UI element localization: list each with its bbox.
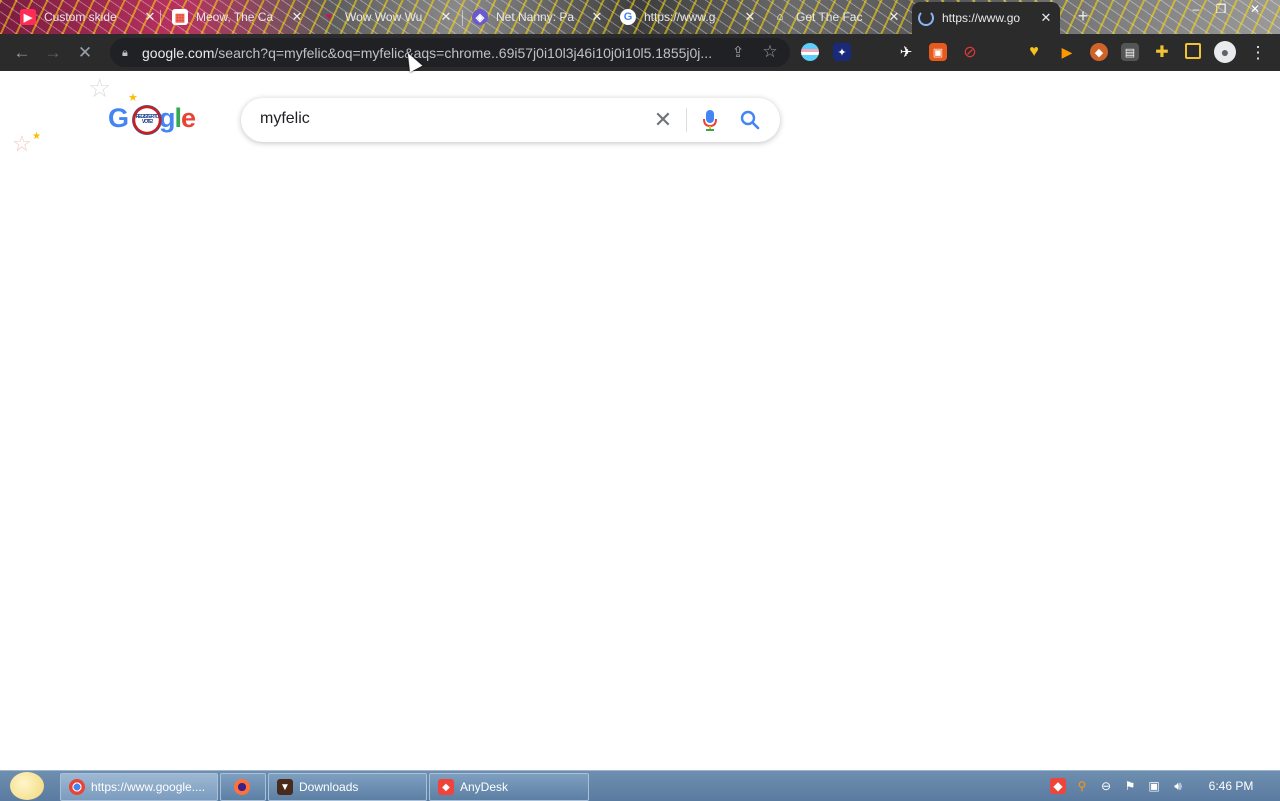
profile-avatar-icon[interactable]: ● (1214, 41, 1236, 63)
tab-meow[interactable]: ▦ Meow, The Ca ✕ (166, 4, 311, 30)
search-divider (686, 108, 687, 132)
shield-icon: ◈ (472, 9, 488, 25)
tab-google-search[interactable]: G https://www.g ✕ (614, 4, 764, 30)
anydesk-icon: ◆ (438, 779, 454, 795)
tab-wow-wow[interactable]: ♥ Wow Wow Wu ✕ (315, 4, 460, 30)
chrome-icon (69, 779, 85, 795)
lock-icon: 🔒︎ (122, 46, 128, 59)
tab-strip: ▶ Custom skide ✕ ▦ Meow, The Ca ✕ ♥ Wow … (0, 0, 1280, 34)
heart-extension-icon[interactable]: ♥ (1025, 43, 1043, 61)
firefox-icon (234, 779, 250, 795)
new-tab-button[interactable]: + (1073, 6, 1093, 26)
magnifier-tray-icon[interactable]: ⚲ (1074, 778, 1090, 794)
taskbar-item-label: AnyDesk (460, 780, 509, 794)
taskbar-item-chrome[interactable]: https://www.google.... (60, 773, 218, 801)
plane-extension-icon[interactable]: ✈ (897, 43, 915, 61)
tab-title: Meow, The Ca (196, 10, 274, 24)
url-path: /search?q=myfelic&oq=myfelic&aqs=chrome.… (214, 44, 713, 61)
doodle-star-icon: ★ (32, 131, 41, 142)
address-bar[interactable]: 🔒︎ google.com/search?q=myfelic&oq=myfeli… (110, 38, 790, 67)
doodle-star-icon: ☆ (88, 73, 112, 103)
wing-extension-icon[interactable]: ✦ (833, 43, 851, 61)
stop-loading-icon[interactable]: ✕ (74, 42, 96, 64)
tab-separator (462, 10, 463, 26)
tab-net-nanny[interactable]: ◈ Net Nanny: Pa ✕ (466, 4, 611, 30)
play-icon: ▶ (20, 9, 36, 25)
minimize-button[interactable]: – (1183, 0, 1209, 18)
tab-title: https://www.g (644, 10, 716, 24)
puzzle-icon[interactable]: ✚ (1153, 43, 1171, 61)
google-icon: G (620, 9, 636, 25)
maximize-button[interactable]: ❐ (1208, 0, 1234, 18)
search-icon[interactable] (739, 108, 761, 132)
taskbar-clock[interactable]: 6:46 PM (1196, 779, 1266, 793)
url-text[interactable]: google.com/search?q=myfelic&oq=myfelic&a… (142, 45, 722, 61)
play-extension-icon[interactable]: ▶ (1058, 43, 1076, 61)
taskbar-item-label: https://www.google.... (91, 780, 206, 794)
flag-tray-icon[interactable]: ⚑ (1122, 778, 1138, 794)
pixel-extension-icon[interactable]: ▣ (929, 43, 947, 61)
forward-arrow-icon[interactable]: → (42, 42, 64, 64)
fox-extension-icon[interactable]: ◆ (1090, 43, 1108, 61)
taskbar-item-label: Downloads (299, 780, 359, 794)
tab-title: Net Nanny: Pa (496, 10, 575, 24)
search-results-page: ☆ ☆ ★ ★ Google REGISTER TO VOTE! myfelic… (0, 71, 1280, 770)
grid-extension-icon[interactable]: ▤ (1121, 43, 1139, 61)
calendar-icon: ▦ (172, 9, 188, 25)
google-doodle-logo[interactable]: Google REGISTER TO VOTE! (108, 103, 198, 143)
bookmark-star-icon[interactable]: ☆ (759, 41, 781, 63)
tab-custom-skide[interactable]: ▶ Custom skide ✕ (14, 4, 164, 30)
tab-title: Custom skide (44, 10, 117, 24)
close-tab-icon[interactable]: ✕ (438, 9, 454, 25)
close-window-button[interactable]: ✕ (1242, 0, 1268, 18)
tab-title: Get The Fac (796, 10, 863, 24)
tab-title: Wow Wow Wu (345, 10, 423, 24)
os-taskbar: https://www.google.... ▼ Downloads ◆ Any… (0, 770, 1280, 801)
search-input[interactable]: myfelic (260, 110, 310, 128)
taskbar-item-downloads[interactable]: ▼ Downloads (268, 773, 427, 801)
status-tray-icon[interactable]: ⊖ (1098, 778, 1114, 794)
register-to-vote-badge: REGISTER TO VOTE! (132, 105, 162, 135)
heart-icon: ♥ (325, 11, 333, 23)
back-arrow-icon[interactable]: ← (11, 42, 33, 64)
flag-extension-icon[interactable] (801, 43, 819, 61)
close-tab-icon[interactable]: ✕ (742, 9, 758, 25)
loading-icon (918, 10, 934, 26)
tab-separator (160, 10, 161, 26)
tab-active-loading[interactable]: https://www.go ✕ (912, 2, 1060, 34)
anydesk-tray-icon[interactable]: ◆ (1050, 778, 1066, 794)
close-tab-icon[interactable]: ✕ (886, 9, 902, 25)
side-panel-icon[interactable] (1185, 43, 1201, 59)
close-tab-icon[interactable]: ✕ (142, 9, 158, 25)
tab-title: https://www.go (942, 11, 1021, 25)
search-box[interactable]: myfelic ✕ (241, 98, 780, 142)
share-icon[interactable]: ⇪ (727, 41, 749, 63)
doodle-star-icon: ☆ (12, 131, 32, 156)
clear-search-icon[interactable]: ✕ (651, 108, 675, 132)
microphone-icon[interactable] (702, 108, 718, 132)
network-tray-icon[interactable]: ▣ (1146, 778, 1162, 794)
tab-get-the-facts[interactable]: ⌂ Get The Fac ✕ (766, 4, 908, 30)
taskbar-item-anydesk[interactable]: ◆ AnyDesk (429, 773, 589, 801)
close-tab-icon[interactable]: ✕ (1038, 10, 1054, 26)
url-host: google.com (142, 44, 215, 61)
close-tab-icon[interactable]: ✕ (289, 9, 305, 25)
menu-kebab-icon[interactable]: ⋮ (1247, 42, 1269, 64)
folder-icon: ▼ (277, 779, 293, 795)
volume-tray-icon[interactable]: 🔊︎ (1170, 778, 1186, 794)
block-extension-icon[interactable]: ⊘ (961, 43, 979, 61)
taskbar-item-firefox[interactable] (220, 773, 266, 801)
close-tab-icon[interactable]: ✕ (589, 9, 605, 25)
start-button[interactable] (10, 772, 44, 800)
browser-toolbar: ← → ✕ 🔒︎ google.com/search?q=myfelic&oq=… (0, 34, 1280, 71)
house-icon: ⌂ (776, 11, 784, 23)
